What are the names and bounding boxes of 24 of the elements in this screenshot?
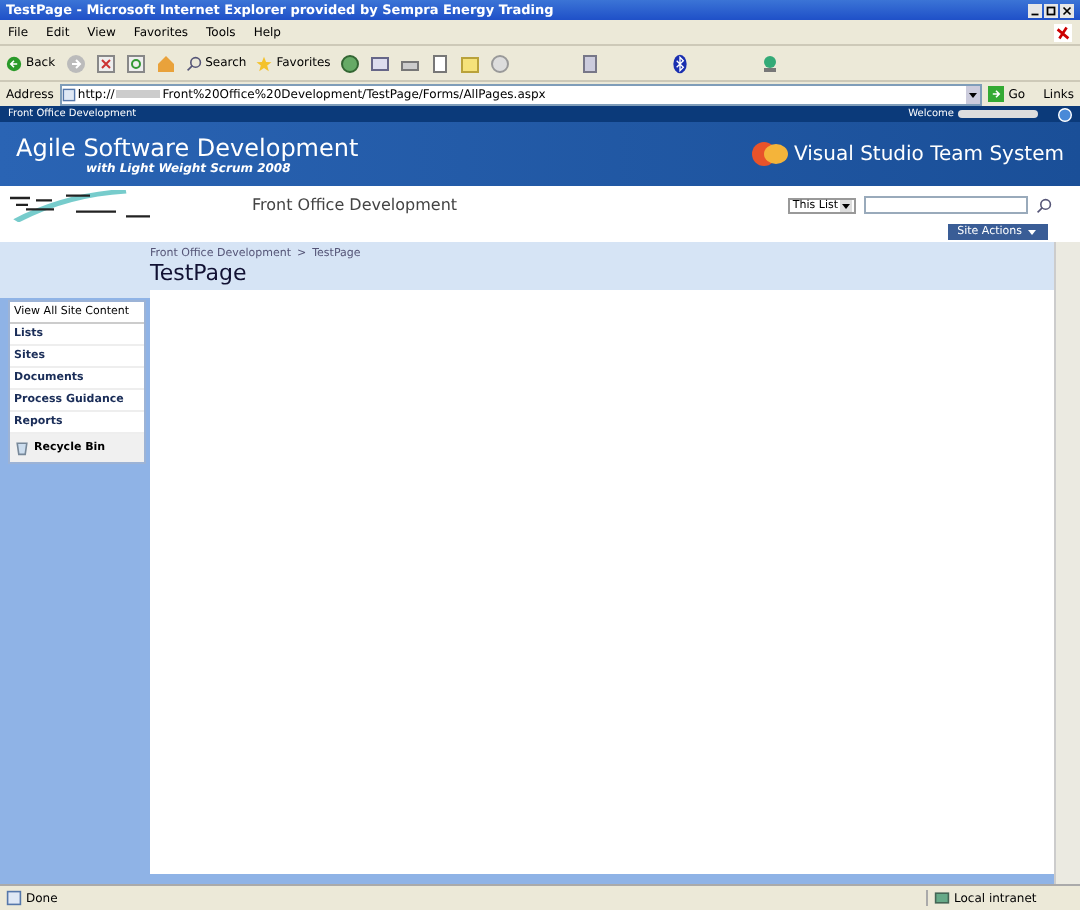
maximize-icon[interactable]: [1044, 3, 1058, 17]
back-arrow-icon: [6, 55, 22, 71]
stop-icon[interactable]: [95, 53, 116, 73]
go-arrow-icon: [988, 86, 1005, 102]
caret-icon: [840, 199, 852, 211]
banner-title: Agile Software Development: [16, 133, 359, 161]
bluetooth-icon[interactable]: [670, 53, 691, 73]
site-title: Front Office Development: [250, 196, 458, 214]
close-icon[interactable]: [1060, 3, 1074, 17]
redacted-bar: [116, 90, 161, 98]
page-title: TestPage: [150, 260, 249, 290]
site-logo-drawing: [8, 189, 152, 221]
product-logo-icon: [750, 140, 791, 168]
search-icon: [185, 55, 202, 71]
windows-flag-icon: [1054, 23, 1072, 41]
star-icon: [256, 55, 273, 71]
dropdown-icon[interactable]: [966, 85, 981, 103]
minimize-icon[interactable]: [1028, 3, 1042, 17]
bin-icon: [14, 440, 30, 456]
search-icon[interactable]: [1036, 197, 1052, 213]
search-field[interactable]: [864, 196, 1028, 214]
scrollbar[interactable]: [1054, 242, 1080, 884]
product-name: Visual Studio Team System: [794, 143, 1064, 165]
help-icon[interactable]: [1058, 107, 1072, 121]
